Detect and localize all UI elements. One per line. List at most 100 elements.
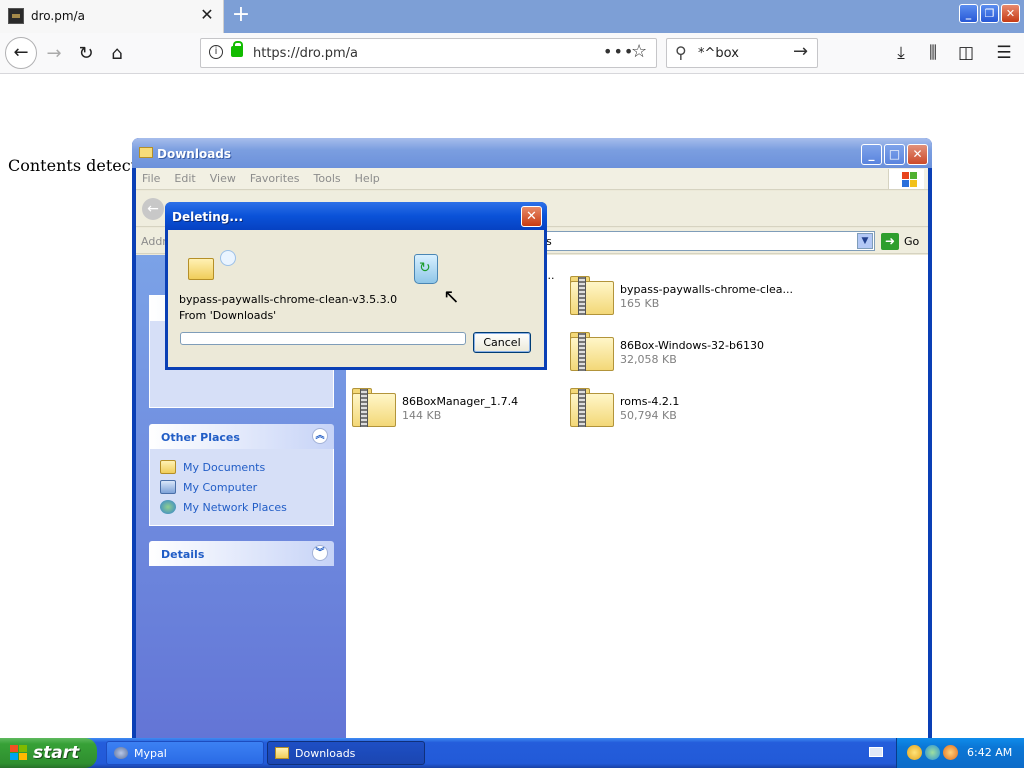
browser-tab[interactable]: dro.pm/a ✕ [0, 0, 224, 33]
file-item[interactable]: roms-4.2.1 50,794 KB [568, 387, 778, 431]
taskbar-item-downloads[interactable]: Downloads [267, 741, 425, 765]
menu-file[interactable]: File [136, 168, 168, 189]
dialog-body: ↖ bypass-paywalls-chrome-clean-v3.5.3.0 … [168, 230, 544, 367]
lock-icon [231, 41, 243, 57]
network-icon [160, 500, 176, 514]
file-size: 165 KB [620, 297, 660, 310]
folder-icon [275, 747, 289, 759]
system-tray: 6:42 AM [896, 738, 1024, 768]
flying-paper-icon [220, 250, 236, 266]
tray-app-icon[interactable] [907, 745, 922, 760]
explorer-title: Downloads [157, 147, 232, 161]
network-tray-icon[interactable] [925, 745, 940, 760]
mouse-cursor-icon: ↖ [443, 284, 460, 308]
collapse-icon[interactable]: ︽ [312, 428, 328, 444]
windows-flag-icon [888, 169, 924, 189]
close-button[interactable]: ✕ [1001, 4, 1020, 23]
menu-help[interactable]: Help [349, 168, 388, 189]
source-folder-icon [188, 258, 214, 280]
explorer-titlebar[interactable]: Downloads _ □ ✕ [132, 138, 932, 168]
taskbar: start Mypal Downloads 6:42 AM [0, 738, 1024, 768]
bookmark-star-icon[interactable]: ☆ [631, 41, 647, 62]
details-header[interactable]: Details ︾ [149, 541, 334, 566]
menu-favorites[interactable]: Favorites [244, 168, 308, 189]
taskbar-item-mypal[interactable]: Mypal [106, 741, 264, 765]
tab-title: dro.pm/a [31, 9, 85, 23]
cancel-button[interactable]: Cancel [473, 332, 531, 353]
link-label: My Documents [183, 460, 266, 474]
new-tab-button[interactable]: + [230, 4, 252, 28]
go-arrow-icon[interactable]: ➜ [881, 233, 899, 250]
file-name: 86BoxManager_1.7.4 [402, 395, 519, 408]
go-button[interactable]: Go [904, 235, 919, 248]
explorer-back-icon[interactable]: ← [142, 198, 164, 220]
restore-button[interactable]: ❐ [980, 4, 999, 23]
browser-window-controls: _ ❐ ✕ [959, 4, 1020, 24]
search-tray-icon[interactable] [943, 745, 958, 760]
url-text[interactable]: https://dro.pm/a [253, 46, 358, 61]
url-bar[interactable]: i https://dro.pm/a ••• ☆ [200, 38, 657, 68]
minimize-button[interactable]: _ [959, 4, 978, 23]
start-button[interactable]: start [0, 738, 97, 768]
dialog-titlebar[interactable]: Deleting... ✕ [165, 202, 547, 230]
back-button[interactable]: ← [5, 37, 37, 69]
delete-progress-bar [180, 332, 466, 345]
chevron-down-icon[interactable]: ▼ [857, 233, 873, 249]
site-favicon-icon [8, 8, 24, 24]
address-label: Addr [141, 235, 167, 248]
file-item[interactable]: 86Box-Windows-32-b6130 32,058 KB [568, 331, 778, 375]
menu-view[interactable]: View [204, 168, 244, 189]
browser-tab-bar: dro.pm/a ✕ + _ ❐ ✕ [0, 0, 1024, 33]
link-label: My Computer [183, 480, 258, 494]
file-name: bypass-paywalls-chrome-clea... [620, 283, 794, 296]
explorer-minimize-button[interactable]: _ [861, 144, 882, 165]
file-name: roms-4.2.1 [620, 395, 680, 408]
taskbar-item-label: Mypal [134, 747, 167, 760]
page-actions-icon[interactable]: ••• [603, 42, 634, 61]
other-places-header[interactable]: Other Places ︽ [149, 424, 334, 449]
link-my-computer[interactable]: My Computer [160, 477, 323, 497]
file-item[interactable]: 86BoxManager_1.7.4 144 KB [350, 387, 560, 431]
site-info-icon[interactable]: i [209, 45, 223, 59]
taskbar-item-label: Downloads [295, 747, 356, 760]
menu-edit[interactable]: Edit [168, 168, 203, 189]
file-item[interactable]: bypass-paywalls-chrome-clea... 165 KB [568, 275, 793, 319]
library-icon[interactable]: ⫼ [920, 40, 946, 66]
explorer-maximize-button[interactable]: □ [884, 144, 905, 165]
menu-tools[interactable]: Tools [308, 168, 349, 189]
zip-folder-icon [568, 387, 616, 427]
reload-button[interactable]: ↻ [73, 41, 99, 67]
deleting-dialog: Deleting... ✕ ↖ bypass-paywalls-chrome-c… [165, 202, 547, 370]
downloads-icon[interactable]: ⤓ [888, 40, 914, 66]
expand-icon[interactable]: ︾ [312, 545, 328, 561]
explorer-close-button[interactable]: ✕ [907, 144, 928, 165]
link-my-documents[interactable]: My Documents [160, 457, 323, 477]
start-label: start [33, 743, 80, 763]
other-places-title: Other Places [161, 431, 240, 444]
other-places-body: My Documents My Computer My Network Plac… [149, 449, 334, 526]
search-input[interactable]: *^box [698, 46, 739, 61]
search-go-arrow-icon[interactable]: → [793, 41, 808, 62]
keyboard-icon[interactable] [869, 747, 883, 757]
link-label: My Network Places [183, 500, 287, 514]
search-icon: ⚲ [675, 43, 687, 62]
home-button[interactable]: ⌂ [104, 41, 130, 67]
sidebar-icon[interactable]: ◫ [953, 40, 979, 66]
clock[interactable]: 6:42 AM [967, 746, 1012, 759]
details-title: Details [161, 548, 205, 561]
zip-folder-icon [568, 331, 616, 371]
file-size: 32,058 KB [620, 353, 677, 366]
link-my-network-places[interactable]: My Network Places [160, 497, 323, 517]
file-size: 50,794 KB [620, 409, 677, 422]
folder-icon [160, 460, 176, 474]
dialog-title: Deleting... [172, 210, 244, 224]
search-bar[interactable]: ⚲ *^box → [666, 38, 818, 68]
explorer-window-controls: _ □ ✕ [861, 144, 928, 165]
menu-hamburger-icon[interactable]: ☰ [991, 40, 1017, 66]
tab-close-icon[interactable]: ✕ [198, 6, 216, 24]
dialog-close-button[interactable]: ✕ [521, 206, 542, 227]
address-field[interactable]: s ▼ [541, 231, 875, 251]
forward-button[interactable]: → [41, 41, 67, 67]
folder-icon [139, 147, 153, 158]
computer-icon [160, 480, 176, 494]
